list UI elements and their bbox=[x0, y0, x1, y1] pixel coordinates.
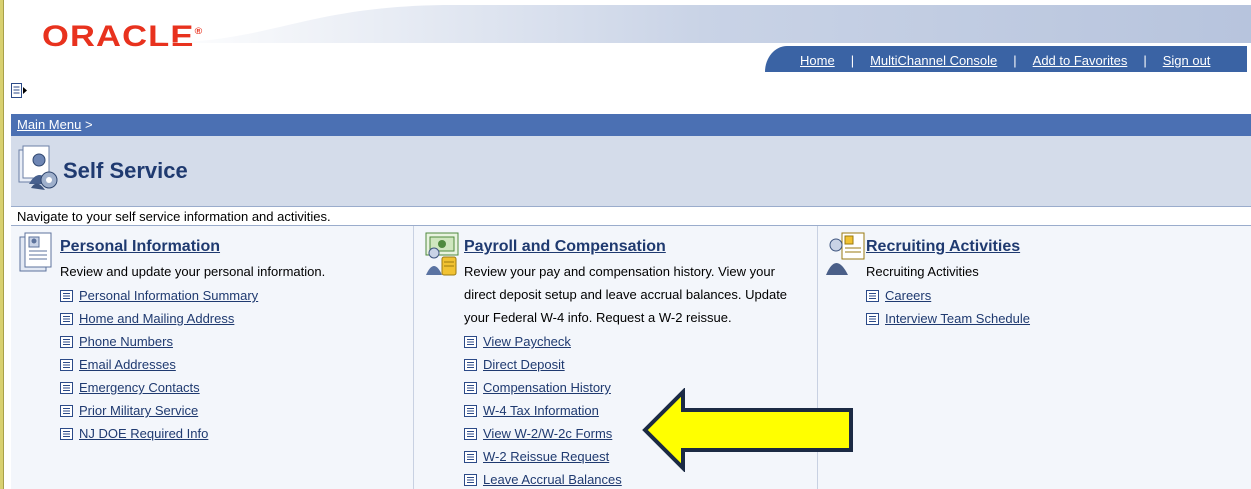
add-to-favorites-link[interactable]: Add to Favorites bbox=[1033, 53, 1128, 68]
personal-information-link[interactable]: Personal Information bbox=[60, 238, 220, 256]
view-paycheck-link[interactable]: View Paycheck bbox=[483, 334, 571, 349]
document-icon bbox=[866, 289, 879, 302]
document-icon bbox=[464, 335, 477, 348]
w4-tax-information-link[interactable]: W-4 Tax Information bbox=[483, 403, 599, 418]
list-item: Phone Numbers bbox=[60, 330, 258, 353]
document-icon bbox=[60, 312, 73, 325]
category-grid: Personal Information Review and update y… bbox=[11, 226, 1251, 489]
recruiting-activities-link[interactable]: Recruiting Activities bbox=[866, 238, 1020, 256]
multichannel-console-link[interactable]: MultiChannel Console bbox=[870, 53, 997, 68]
payroll-and-compensation-links: View Paycheck Direct Deposit Compensatio… bbox=[464, 330, 622, 489]
list-item: Home and Mailing Address bbox=[60, 307, 258, 330]
list-item: Personal Information Summary bbox=[60, 284, 258, 307]
list-item: Emergency Contacts bbox=[60, 376, 258, 399]
document-icon bbox=[60, 404, 73, 417]
list-item: Email Addresses bbox=[60, 353, 258, 376]
document-icon bbox=[464, 450, 477, 463]
w2-reissue-request-link[interactable]: W-2 Reissue Request bbox=[483, 449, 609, 464]
document-icon bbox=[60, 335, 73, 348]
list-item: W-4 Tax Information bbox=[464, 399, 622, 422]
document-icon bbox=[60, 289, 73, 302]
list-item: Compensation History bbox=[464, 376, 622, 399]
nav-separator: | bbox=[1013, 52, 1017, 68]
page-title-band: Self Service bbox=[11, 136, 1251, 206]
category-personal-information: Personal Information Review and update y… bbox=[11, 226, 414, 489]
recruiting-activities-description: Recruiting Activities bbox=[866, 264, 979, 279]
document-icon bbox=[464, 381, 477, 394]
category-recruiting-activities: Recruiting Activities Recruiting Activit… bbox=[818, 226, 1251, 489]
direct-deposit-link[interactable]: Direct Deposit bbox=[483, 357, 565, 372]
careers-link[interactable]: Careers bbox=[885, 288, 931, 303]
payroll-and-compensation-link[interactable]: Payroll and Compensation bbox=[464, 238, 666, 256]
document-icon bbox=[464, 404, 477, 417]
breadcrumb-separator: > bbox=[84, 117, 93, 132]
personal-information-description: Review and update your personal informat… bbox=[60, 264, 326, 279]
header-swoosh bbox=[154, 5, 1251, 43]
document-icon bbox=[464, 427, 477, 440]
list-item: Careers bbox=[866, 284, 1030, 307]
description-line: Review your pay and compensation history… bbox=[464, 264, 775, 279]
emergency-contacts-link[interactable]: Emergency Contacts bbox=[79, 380, 200, 395]
main-menu-link[interactable]: Main Menu bbox=[17, 117, 81, 132]
document-icon bbox=[464, 473, 477, 486]
document-icon bbox=[60, 358, 73, 371]
list-item: View W-2/W-2c Forms bbox=[464, 422, 622, 445]
prior-military-service-link[interactable]: Prior Military Service bbox=[79, 403, 198, 418]
list-item: Interview Team Schedule bbox=[866, 307, 1030, 330]
home-link[interactable]: Home bbox=[800, 53, 835, 68]
nj-doe-required-info-link[interactable]: NJ DOE Required Info bbox=[79, 426, 208, 441]
highlight-arrow-icon bbox=[642, 388, 853, 472]
description-line: direct deposit setup and leave accrual b… bbox=[464, 287, 788, 302]
compensation-history-link[interactable]: Compensation History bbox=[483, 380, 611, 395]
personal-information-summary-link[interactable]: Personal Information Summary bbox=[79, 288, 258, 303]
nav-separator: | bbox=[850, 52, 855, 68]
phone-numbers-link[interactable]: Phone Numbers bbox=[79, 334, 173, 349]
page-subtitle: Navigate to your self service informatio… bbox=[11, 206, 1251, 226]
leave-accrual-balances-link[interactable]: Leave Accrual Balances bbox=[483, 472, 622, 487]
personal-information-links: Personal Information Summary Home and Ma… bbox=[60, 284, 258, 445]
list-item: Direct Deposit bbox=[464, 353, 622, 376]
document-icon bbox=[866, 312, 879, 325]
payroll-and-compensation-icon bbox=[425, 232, 459, 276]
description-line: your Federal W-4 info. Request a W-2 rei… bbox=[464, 310, 732, 325]
self-service-icon bbox=[18, 145, 58, 190]
home-and-mailing-address-link[interactable]: Home and Mailing Address bbox=[79, 311, 234, 326]
document-icon bbox=[60, 381, 73, 394]
payroll-and-compensation-description: Review your pay and compensation history… bbox=[464, 260, 787, 329]
list-item: Prior Military Service bbox=[60, 399, 258, 422]
list-item: NJ DOE Required Info bbox=[60, 422, 258, 445]
nav-separator: | bbox=[1143, 52, 1147, 68]
sign-out-link[interactable]: Sign out bbox=[1163, 53, 1211, 68]
list-item: Leave Accrual Balances bbox=[464, 468, 622, 489]
page-title: Self Service bbox=[63, 158, 188, 183]
interview-team-schedule-link[interactable]: Interview Team Schedule bbox=[885, 311, 1030, 326]
recruiting-activities-links: Careers Interview Team Schedule bbox=[866, 284, 1030, 330]
breadcrumb: Main Menu > bbox=[11, 114, 1251, 136]
document-icon bbox=[464, 358, 477, 371]
email-addresses-link[interactable]: Email Addresses bbox=[79, 357, 176, 372]
list-item: View Paycheck bbox=[464, 330, 622, 353]
header-nav: Home | MultiChannel Console | Add to Fav… bbox=[800, 51, 1210, 69]
recruiting-activities-icon bbox=[826, 232, 865, 275]
document-icon bbox=[60, 427, 73, 440]
personal-information-icon bbox=[19, 232, 52, 272]
view-w2-w2c-forms-link[interactable]: View W-2/W-2c Forms bbox=[483, 426, 612, 441]
list-item: W-2 Reissue Request bbox=[464, 445, 622, 468]
menu-toggle-icon[interactable] bbox=[11, 83, 27, 99]
